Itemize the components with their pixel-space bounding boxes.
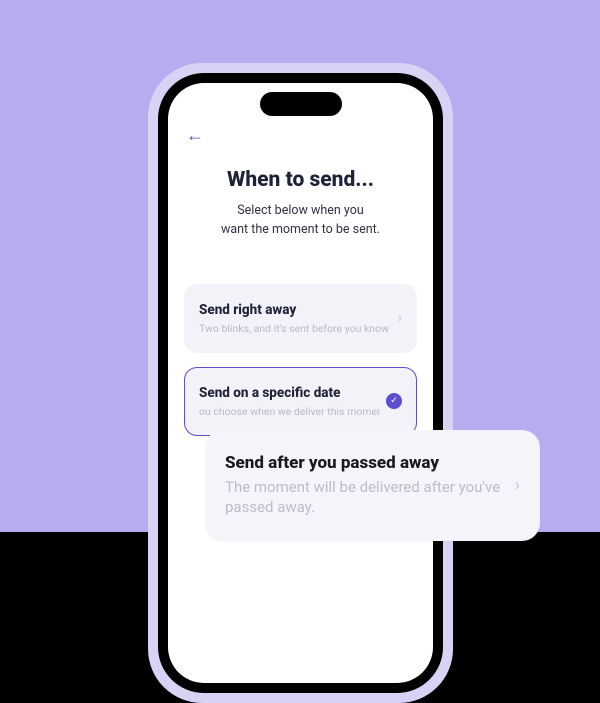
option-send-after-passed-away[interactable]: Send after you passed away The moment wi… [205, 430, 540, 541]
chevron-right-icon: › [515, 475, 520, 496]
phone-screen: ← When to send... Select below when you … [168, 83, 433, 683]
dynamic-island [260, 92, 342, 116]
option-sub: Two blinks, and it's sent before you kno… [199, 322, 392, 335]
subtitle-line-1: Select below when you [237, 203, 364, 218]
option-sub: The moment will be delivered after you'v… [225, 477, 505, 518]
option-send-specific-date[interactable]: Send on a specific date ou choose when w… [184, 367, 417, 436]
check-icon: ✓ [386, 393, 402, 409]
subtitle-line-2: want the moment to be sent. [221, 222, 380, 237]
page-subtitle: Select below when you want the moment to… [184, 202, 417, 240]
option-title: Send right away [199, 302, 392, 318]
back-arrow-icon[interactable]: ← [186, 125, 204, 146]
option-sub: ou choose when we deliver this moment. [199, 405, 380, 418]
option-title: Send on a specific date [199, 385, 380, 401]
chevron-right-icon: › [398, 310, 402, 326]
phone-frame: ← When to send... Select below when you … [158, 73, 443, 693]
page-title: When to send... [184, 168, 417, 192]
option-send-right-away[interactable]: Send right away Two blinks, and it's sen… [184, 284, 417, 353]
option-title: Send after you passed away [225, 453, 505, 473]
